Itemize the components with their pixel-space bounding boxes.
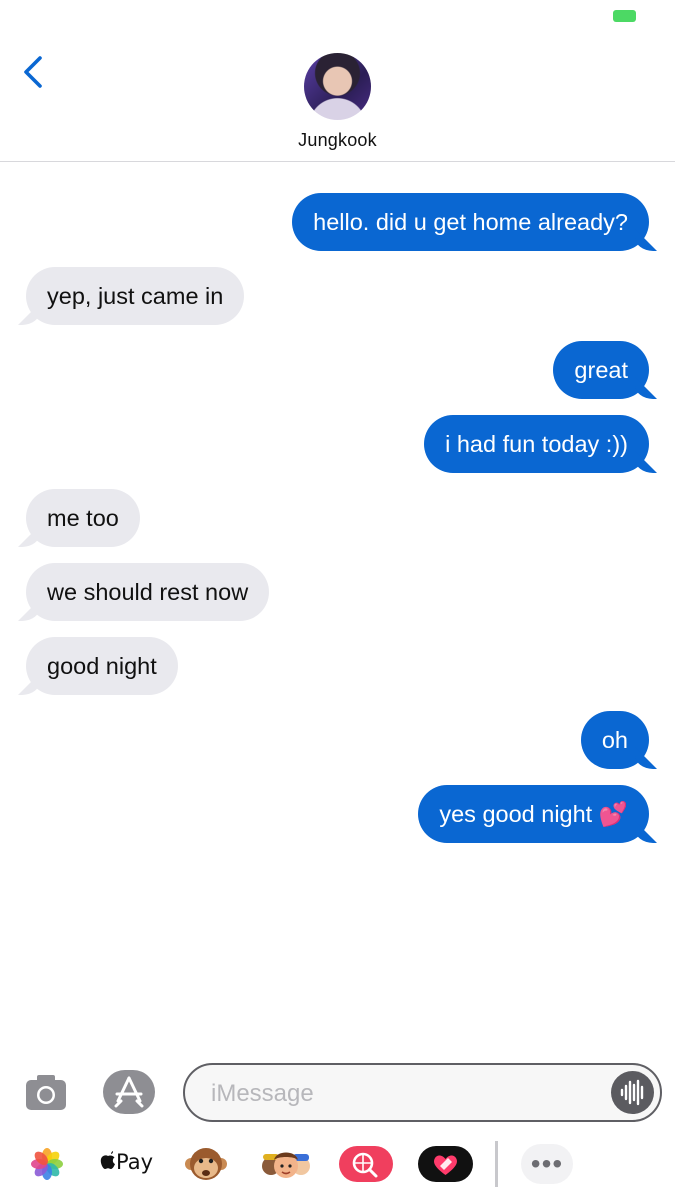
- memoji-stickers-button[interactable]: [261, 1144, 311, 1184]
- contact-name[interactable]: Jungkook: [0, 130, 675, 151]
- conversation-header: Jungkook: [0, 0, 675, 162]
- back-button[interactable]: [16, 52, 56, 92]
- digital-touch-button[interactable]: [418, 1144, 473, 1184]
- received-message[interactable]: me too: [26, 489, 140, 547]
- drawer-divider: [495, 1141, 498, 1187]
- apple-pay-label: Pay: [116, 1150, 154, 1174]
- animoji-button[interactable]: [185, 1144, 227, 1184]
- memoji-icon: [262, 1152, 310, 1178]
- camera-icon: [26, 1075, 66, 1110]
- sent-message[interactable]: hello. did u get home already?: [292, 193, 649, 251]
- audio-waveform-icon: [620, 1079, 644, 1106]
- message-input-container: [183, 1063, 662, 1122]
- received-message[interactable]: we should rest now: [26, 563, 270, 621]
- app-store-icon: [114, 1076, 144, 1108]
- contact-avatar[interactable]: [304, 53, 371, 120]
- images-search-button[interactable]: [339, 1144, 393, 1184]
- sent-message[interactable]: i had fun today :)): [424, 415, 649, 473]
- received-message[interactable]: yep, just came in: [26, 267, 245, 325]
- camera-button[interactable]: [25, 1073, 67, 1111]
- photos-app-button[interactable]: [30, 1144, 64, 1184]
- audio-message-button[interactable]: [611, 1071, 654, 1114]
- photos-icon: [31, 1148, 63, 1180]
- monkey-icon: [185, 1148, 227, 1180]
- globe-search-icon: [339, 1146, 393, 1182]
- sent-message[interactable]: great: [553, 341, 649, 399]
- app-store-button[interactable]: [103, 1070, 155, 1114]
- sent-message[interactable]: yes good night 💕: [418, 785, 649, 843]
- sent-message[interactable]: oh: [580, 711, 649, 769]
- more-apps-button[interactable]: •••: [521, 1144, 573, 1184]
- message-input[interactable]: [209, 1065, 593, 1122]
- chevron-left-icon: [24, 56, 42, 88]
- apple-pay-button[interactable]: Pay: [100, 1150, 153, 1174]
- heart-touch-icon: [418, 1146, 473, 1182]
- received-message[interactable]: good night: [26, 637, 178, 695]
- apple-logo-icon: [100, 1151, 115, 1169]
